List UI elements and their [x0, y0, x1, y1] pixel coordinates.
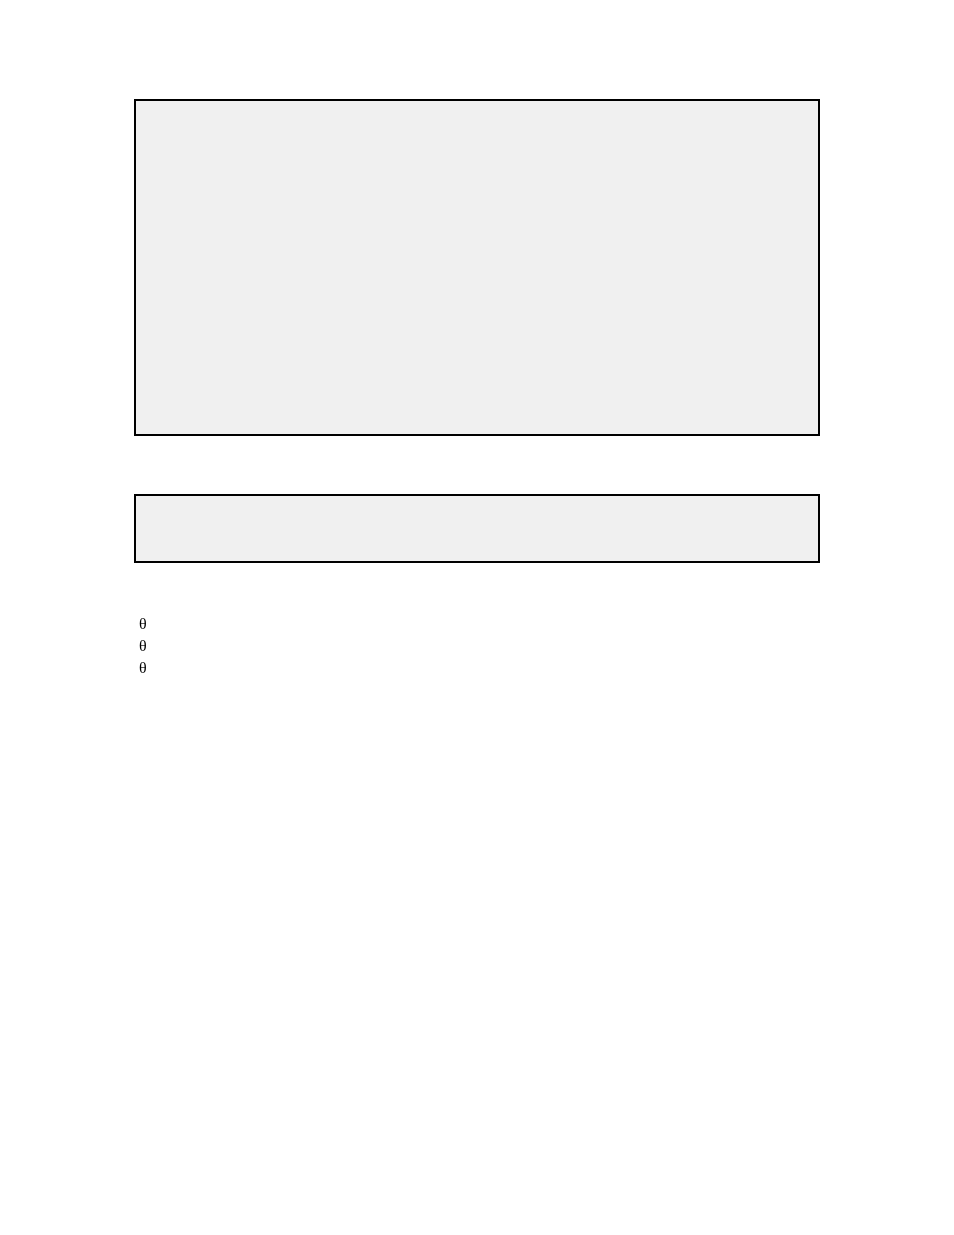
theta-symbol: θ: [139, 658, 147, 680]
content-box-large: [134, 99, 820, 436]
symbol-list: θ θ θ: [139, 614, 147, 680]
theta-symbol: θ: [139, 614, 147, 636]
content-box-small: [134, 494, 820, 563]
theta-symbol: θ: [139, 636, 147, 658]
